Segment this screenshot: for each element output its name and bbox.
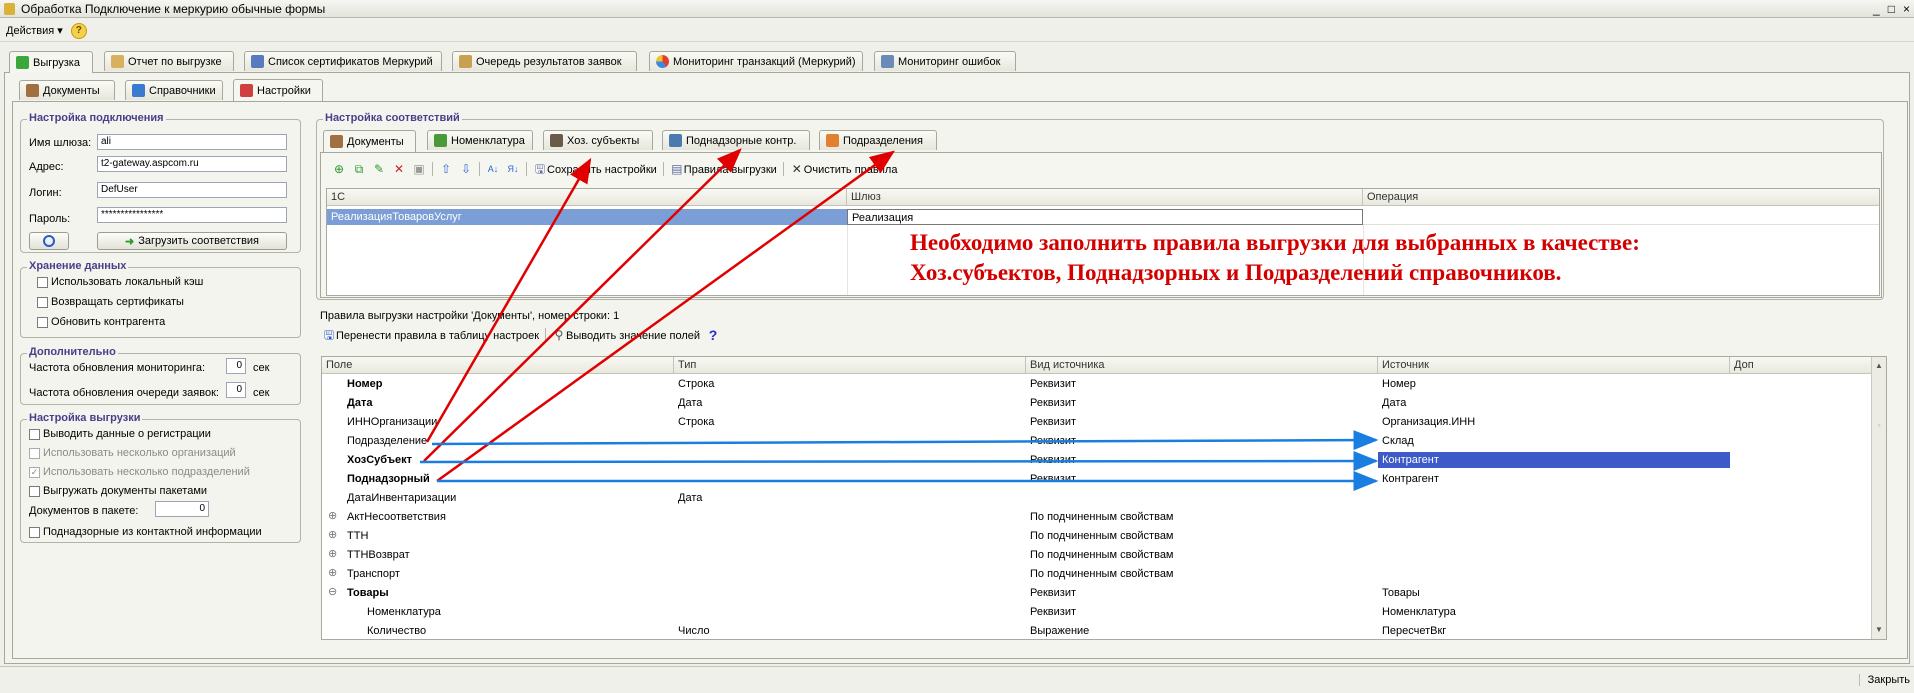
tab-label: Настройки bbox=[257, 84, 311, 97]
annotation-arrows bbox=[419, 148, 1379, 491]
arrow-to-supervised-tab bbox=[423, 148, 742, 462]
tab-label: Документы bbox=[347, 135, 404, 148]
close-button[interactable]: Закрыть bbox=[1858, 674, 1910, 686]
arrow-to-sklad bbox=[431, 430, 1379, 451]
settings-icon bbox=[240, 84, 253, 97]
arrow-to-entities-tab bbox=[425, 157, 592, 443]
upload-icon bbox=[16, 56, 29, 69]
tab-map-documents[interactable]: Документы bbox=[323, 130, 416, 152]
tab-settings[interactable]: Настройки bbox=[233, 79, 323, 101]
tab-label: Выгрузка bbox=[33, 56, 80, 69]
status-bar: Закрыть bbox=[0, 666, 1914, 693]
documents-icon bbox=[330, 135, 343, 148]
arrow-to-counterparty-1 bbox=[419, 451, 1379, 472]
arrow-to-divisions-tab bbox=[436, 150, 896, 483]
tab-vygruzka[interactable]: Выгрузка bbox=[9, 51, 93, 73]
